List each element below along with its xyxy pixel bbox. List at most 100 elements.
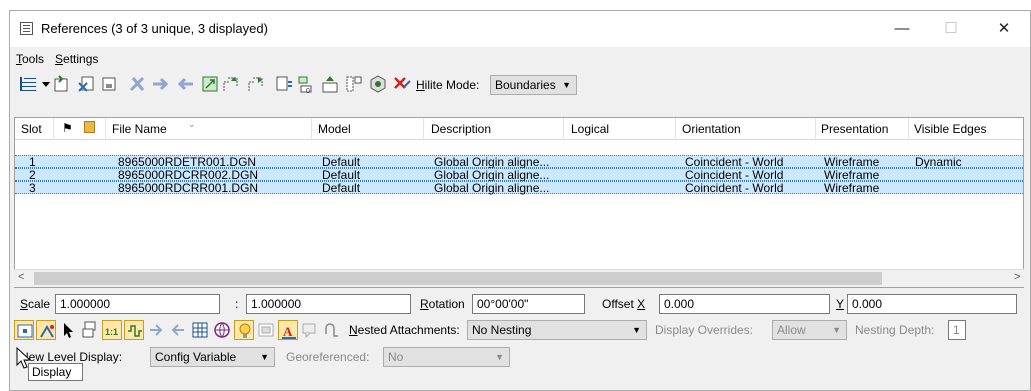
hilite-back-icon[interactable] [168,320,188,340]
chevron-down-icon: ▼ [260,352,269,362]
scale-line-styles-icon[interactable]: 1:1 [102,320,122,340]
chevron-down-icon: ▼ [495,352,504,362]
scale-master-input[interactable]: 1.000000 [55,294,220,314]
offset-y-label: Y [836,297,845,311]
scroll-right-icon[interactable]: > [1014,271,1020,283]
snap-toggle-icon[interactable] [36,320,56,340]
new-level-display-dropdown[interactable]: Config Variable ▼ [150,347,275,367]
nesting-depth-label: Nesting Depth: [855,323,935,337]
georeferenced-label: Georeferenced: [286,350,370,364]
menu-tools[interactable]: Tools [16,52,44,66]
menu-settings[interactable]: Settings [55,52,98,66]
svg-text:A: A [283,324,293,339]
new-level-display-value: Config Variable [155,350,237,364]
nested-attachments-label: Nested Attachments: [349,323,460,337]
clip-boundary-icon[interactable]: 0 [296,74,316,95]
offset-x-label: Offset X [602,297,646,311]
annotation-icon[interactable] [300,320,320,340]
file-icon[interactable] [84,121,95,133]
display-overrides-label: Display Overrides: [655,323,754,337]
close-button[interactable]: ✕ [986,17,1022,41]
rotate-icon[interactable] [221,74,241,94]
nested-hook-icon[interactable] [322,320,342,340]
cell-orientation: Coincident - World [685,155,784,169]
print-border-icon[interactable] [256,320,276,340]
exchange-icon[interactable] [128,74,148,94]
hilite-mode-value: Boundaries [495,78,556,92]
hilite-mode-label: Hilite Mode: [416,78,480,92]
scale-reference-input[interactable]: 1.000000 [246,294,411,314]
display-toggle-icon[interactable] [14,320,34,340]
light-bulb-icon[interactable] [234,320,254,340]
copy-icon[interactable] [175,74,195,94]
3d-view-icon[interactable] [368,74,388,94]
detach-reference-icon[interactable] [77,74,97,94]
nested-attachments-dropdown[interactable]: No Nesting ▼ [467,320,647,340]
cell-model: Default [322,181,361,195]
menu-bar: Tools Settings [10,49,1030,69]
reload-reference-icon[interactable] [99,74,119,94]
column-header-description[interactable]: Description [431,122,491,136]
flag-icon[interactable]: ⚑ [62,121,73,135]
scrollbar-thumb[interactable] [34,272,882,285]
cell-model: Default [322,155,361,169]
cell-description: Global Origin aligne... [434,181,550,195]
offset-x-input[interactable]: 0.000 [659,294,830,314]
delete-reference-icon[interactable] [392,74,412,94]
references-window-icon [20,22,33,35]
column-header-file-name[interactable]: File Name [112,122,167,136]
scroll-left-icon[interactable]: < [18,271,24,283]
delete-clip-icon[interactable] [344,74,364,94]
list-view-icon[interactable] [18,74,38,94]
column-header-presentation[interactable]: Presentation [821,122,888,136]
column-header-model[interactable]: Model [318,122,351,136]
references-toolbar: 0 Hilite Mode: Boundaries ▼ [14,69,1024,99]
column-header-visible-edges[interactable]: Visible Edges [914,122,987,136]
tooltip: Display [28,363,83,381]
nesting-depth-input[interactable]: 1 [948,320,966,340]
cell-slot: 3 [29,181,36,195]
hilite-mode-dropdown[interactable]: Boundaries ▼ [490,75,577,95]
table-header: Slot ⚑ File Name ⌄ Model Description Log… [15,118,1023,140]
raster-grid-icon[interactable] [190,320,210,340]
minimize-button[interactable]: — [884,17,920,41]
offset-y-input[interactable]: 0.000 [847,294,1017,314]
column-header-orientation[interactable]: Orientation [682,122,741,136]
chevron-down-icon: ▼ [832,325,841,335]
locate-toggle-icon[interactable] [58,320,78,340]
cell-slot: 2 [29,168,36,182]
attach-reference-icon[interactable] [52,74,72,94]
text-style-icon[interactable]: A [278,320,298,340]
column-header-slot[interactable]: Slot [21,122,42,136]
hilite-forward-icon[interactable] [146,320,166,340]
clip-mask-icon[interactable] [320,74,340,94]
ignore-attachment-icon[interactable] [124,320,144,340]
svg-text:0: 0 [306,88,310,94]
table-row[interactable]: 1 8965000RDETR001.DGN Default Global Ori… [15,155,1023,169]
chevron-down-icon[interactable] [36,74,50,94]
globe-icon[interactable] [212,320,232,340]
move-icon[interactable] [151,74,171,94]
table-row[interactable]: 3 8965000RDCRR001.DGN Default Global Ori… [15,181,1023,195]
chevron-down-icon: ▼ [632,325,641,335]
references-table: Slot ⚑ File Name ⌄ Model Description Log… [14,117,1024,288]
table-row[interactable]: 2 8965000RDCRR002.DGN Default Global Ori… [15,168,1023,182]
display-overrides-dropdown[interactable]: Allow ▼ [772,320,847,340]
scale-label: Scale [20,297,51,311]
mirror-horizontal-icon[interactable] [246,74,266,94]
maximize-button[interactable]: ☐ [933,17,969,41]
mirror-vertical-icon[interactable] [274,74,294,94]
column-header-logical[interactable]: Logical [571,122,609,136]
title-bar[interactable]: References (3 of 3 unique, 3 displayed) … [10,11,1030,47]
cell-file-name: 8965000RDCRR001.DGN [118,181,259,195]
horizontal-scrollbar[interactable]: < > [14,269,1024,287]
cell-description: Global Origin aligne... [434,155,550,169]
references-dialog: References (3 of 3 unique, 3 displayed) … [9,10,1031,391]
scale-icon[interactable] [200,74,220,94]
display-overrides-value: Allow [777,323,806,337]
cell-visible-edges: Dynamic [915,155,962,169]
sort-indicator-icon: ⌄ [188,119,196,129]
true-scale-icon[interactable] [80,320,100,340]
rotation-input[interactable]: 00°00'00" [472,294,585,314]
georeferenced-dropdown[interactable]: No ▼ [383,347,510,367]
